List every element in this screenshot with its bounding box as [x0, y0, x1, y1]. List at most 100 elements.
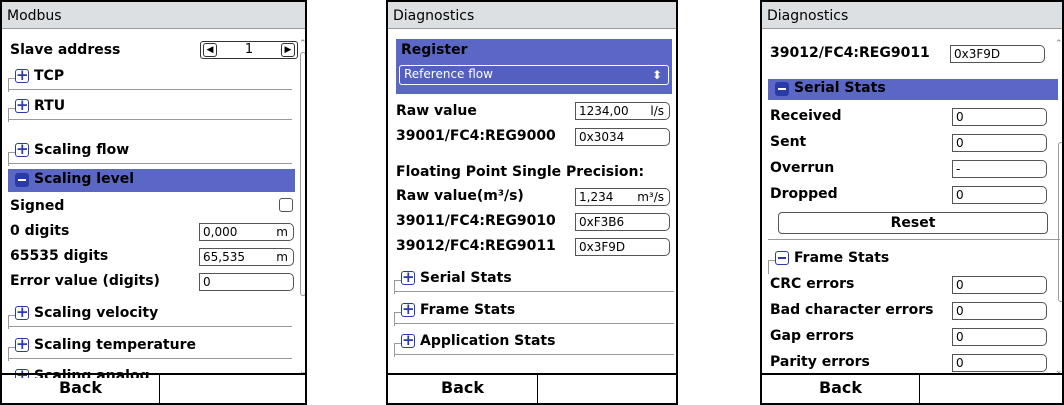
reg9011-label: 39012/FC4:REG9011 [396, 238, 556, 254]
expand-icon: + [15, 303, 29, 321]
parity-errors-label: Parity errors [770, 354, 870, 370]
scroll-up-icon[interactable]: ⌃ [1055, 40, 1062, 49]
section-serial-stats[interactable]: Serial Stats [768, 79, 1058, 100]
section-label: Serial Stats [420, 270, 512, 286]
field-unit: l/s [650, 104, 664, 118]
increment-icon[interactable]: ▶ [281, 43, 295, 57]
section-label: Serial Stats [794, 80, 886, 96]
section-frame-stats[interactable]: Frame Stats [768, 248, 1060, 274]
field-value: 0x3F9D [954, 47, 1001, 61]
signed-checkbox[interactable] [279, 198, 293, 212]
softkey-bar: Back [388, 373, 676, 403]
field-value: - [956, 162, 961, 176]
expand-icon: + [401, 268, 415, 286]
register-label: Register [401, 42, 468, 58]
field-value: 1234,00 [579, 104, 629, 118]
section-label: Frame Stats [794, 250, 890, 266]
expand-icon: + [15, 96, 29, 114]
field-value: 65,535 [203, 250, 245, 264]
gap-errors-field: 0 [952, 328, 1047, 346]
floating-point-heading: Floating Point Single Precision: [396, 164, 645, 180]
raw-value-field: 1234,00 l/s [575, 102, 670, 120]
error-value-label: Error value (digits) [10, 273, 160, 289]
section-rtu[interactable]: + RTU [8, 96, 292, 122]
received-field: 0 [952, 108, 1047, 126]
reg9010-label: 39011/FC4:REG9010 [396, 213, 556, 229]
softkey-right[interactable] [920, 375, 1062, 403]
field-value: 0,000 [203, 225, 238, 239]
diagnostics-screen-2: Diagnostics 39012/FC4:REG9011 0x3F9D Ser… [760, 0, 1064, 405]
scrollbar-thumb[interactable] [300, 52, 305, 296]
decrement-icon[interactable]: ◀ [203, 43, 217, 57]
collapse-icon [15, 173, 29, 187]
select-arrows-icon: ⬍ [651, 68, 662, 82]
section-application-stats[interactable]: + Application Stats [394, 331, 674, 357]
crc-errors-field: 0 [952, 276, 1047, 294]
section-scaling-flow[interactable]: + Scaling flow [8, 140, 292, 166]
reg9000-field: 0x3034 [575, 128, 670, 146]
field-value: 0 [956, 304, 964, 318]
slave-address-stepper[interactable]: ◀ 1 ▶ [200, 41, 298, 59]
reset-button[interactable]: Reset [778, 212, 1048, 234]
field-unit: m [276, 250, 288, 264]
raw-value-label: Raw value [396, 103, 477, 119]
divider [768, 239, 1060, 240]
section-label: Scaling temperature [34, 337, 196, 353]
field-value: 0 [956, 188, 964, 202]
max-digits-field[interactable]: 65,535 m [199, 248, 294, 266]
section-label: RTU [34, 98, 66, 114]
screen-title: Diagnostics [762, 2, 1062, 29]
dropped-label: Dropped [770, 186, 838, 202]
reg9000-label: 39001/FC4:REG9000 [396, 128, 556, 144]
screen-title: Diagnostics [388, 2, 676, 29]
field-value: 0 [956, 278, 964, 292]
field-value: 0 [956, 110, 964, 124]
modbus-screen: Modbus Slave address ◀ 1 ▶ + TCP + RTU +… [0, 0, 307, 405]
field-value: 0 [956, 136, 964, 150]
overrun-label: Overrun [770, 160, 835, 176]
section-label: Scaling velocity [34, 305, 159, 321]
gap-errors-label: Gap errors [770, 328, 854, 344]
back-button[interactable]: Back [388, 375, 538, 403]
expand-icon: + [15, 66, 29, 84]
section-scaling-temperature[interactable]: + Scaling temperature [8, 335, 292, 361]
error-value-field[interactable]: 0 [199, 273, 294, 291]
section-label: Frame Stats [420, 302, 516, 318]
expand-icon: + [15, 335, 29, 353]
scroll-up-icon[interactable]: ⌃ [299, 40, 305, 49]
section-label: Scaling level [34, 171, 135, 187]
expand-icon: + [15, 140, 29, 158]
softkey-bar: Back [2, 373, 305, 403]
section-scaling-velocity[interactable]: + Scaling velocity [8, 303, 292, 329]
reg9011-field: 0x3F9D [950, 45, 1045, 63]
section-scaling-level[interactable]: Scaling level [8, 169, 295, 192]
field-value: 0 [956, 330, 964, 344]
section-serial-stats[interactable]: + Serial Stats [394, 268, 674, 294]
section-label: Scaling flow [34, 142, 130, 158]
back-button[interactable]: Back [2, 375, 160, 403]
slave-address-value: 1 [244, 42, 254, 57]
reg9011-field: 0x3F9D [575, 238, 670, 256]
bad-char-errors-field: 0 [952, 302, 1047, 320]
section-tcp[interactable]: + TCP [8, 66, 292, 92]
section-frame-stats[interactable]: + Frame Stats [394, 300, 674, 326]
section-label: TCP [34, 68, 65, 84]
received-label: Received [770, 108, 842, 124]
field-unit: m³/s [637, 190, 664, 204]
field-value: 1,234 [579, 190, 614, 204]
back-button[interactable]: Back [762, 375, 920, 403]
register-select[interactable]: Reference flow ⬍ [399, 65, 669, 85]
raw-value-m3-label: Raw value(m³/s) [396, 188, 524, 204]
field-value: 0x3034 [579, 130, 625, 144]
field-value: 0 [203, 275, 211, 289]
collapse-icon [775, 82, 789, 96]
section-label: Application Stats [420, 333, 556, 349]
zero-digits-field[interactable]: 0,000 m [199, 223, 294, 241]
softkey-right[interactable] [538, 375, 676, 403]
field-value: 0x3F9D [579, 240, 626, 254]
scrollbar-thumb[interactable] [1058, 142, 1062, 302]
zero-digits-label: 0 digits [10, 223, 70, 239]
reg9010-field: 0xF3B6 [575, 213, 670, 231]
slave-address-label: Slave address [10, 42, 121, 58]
softkey-right[interactable] [160, 375, 305, 403]
